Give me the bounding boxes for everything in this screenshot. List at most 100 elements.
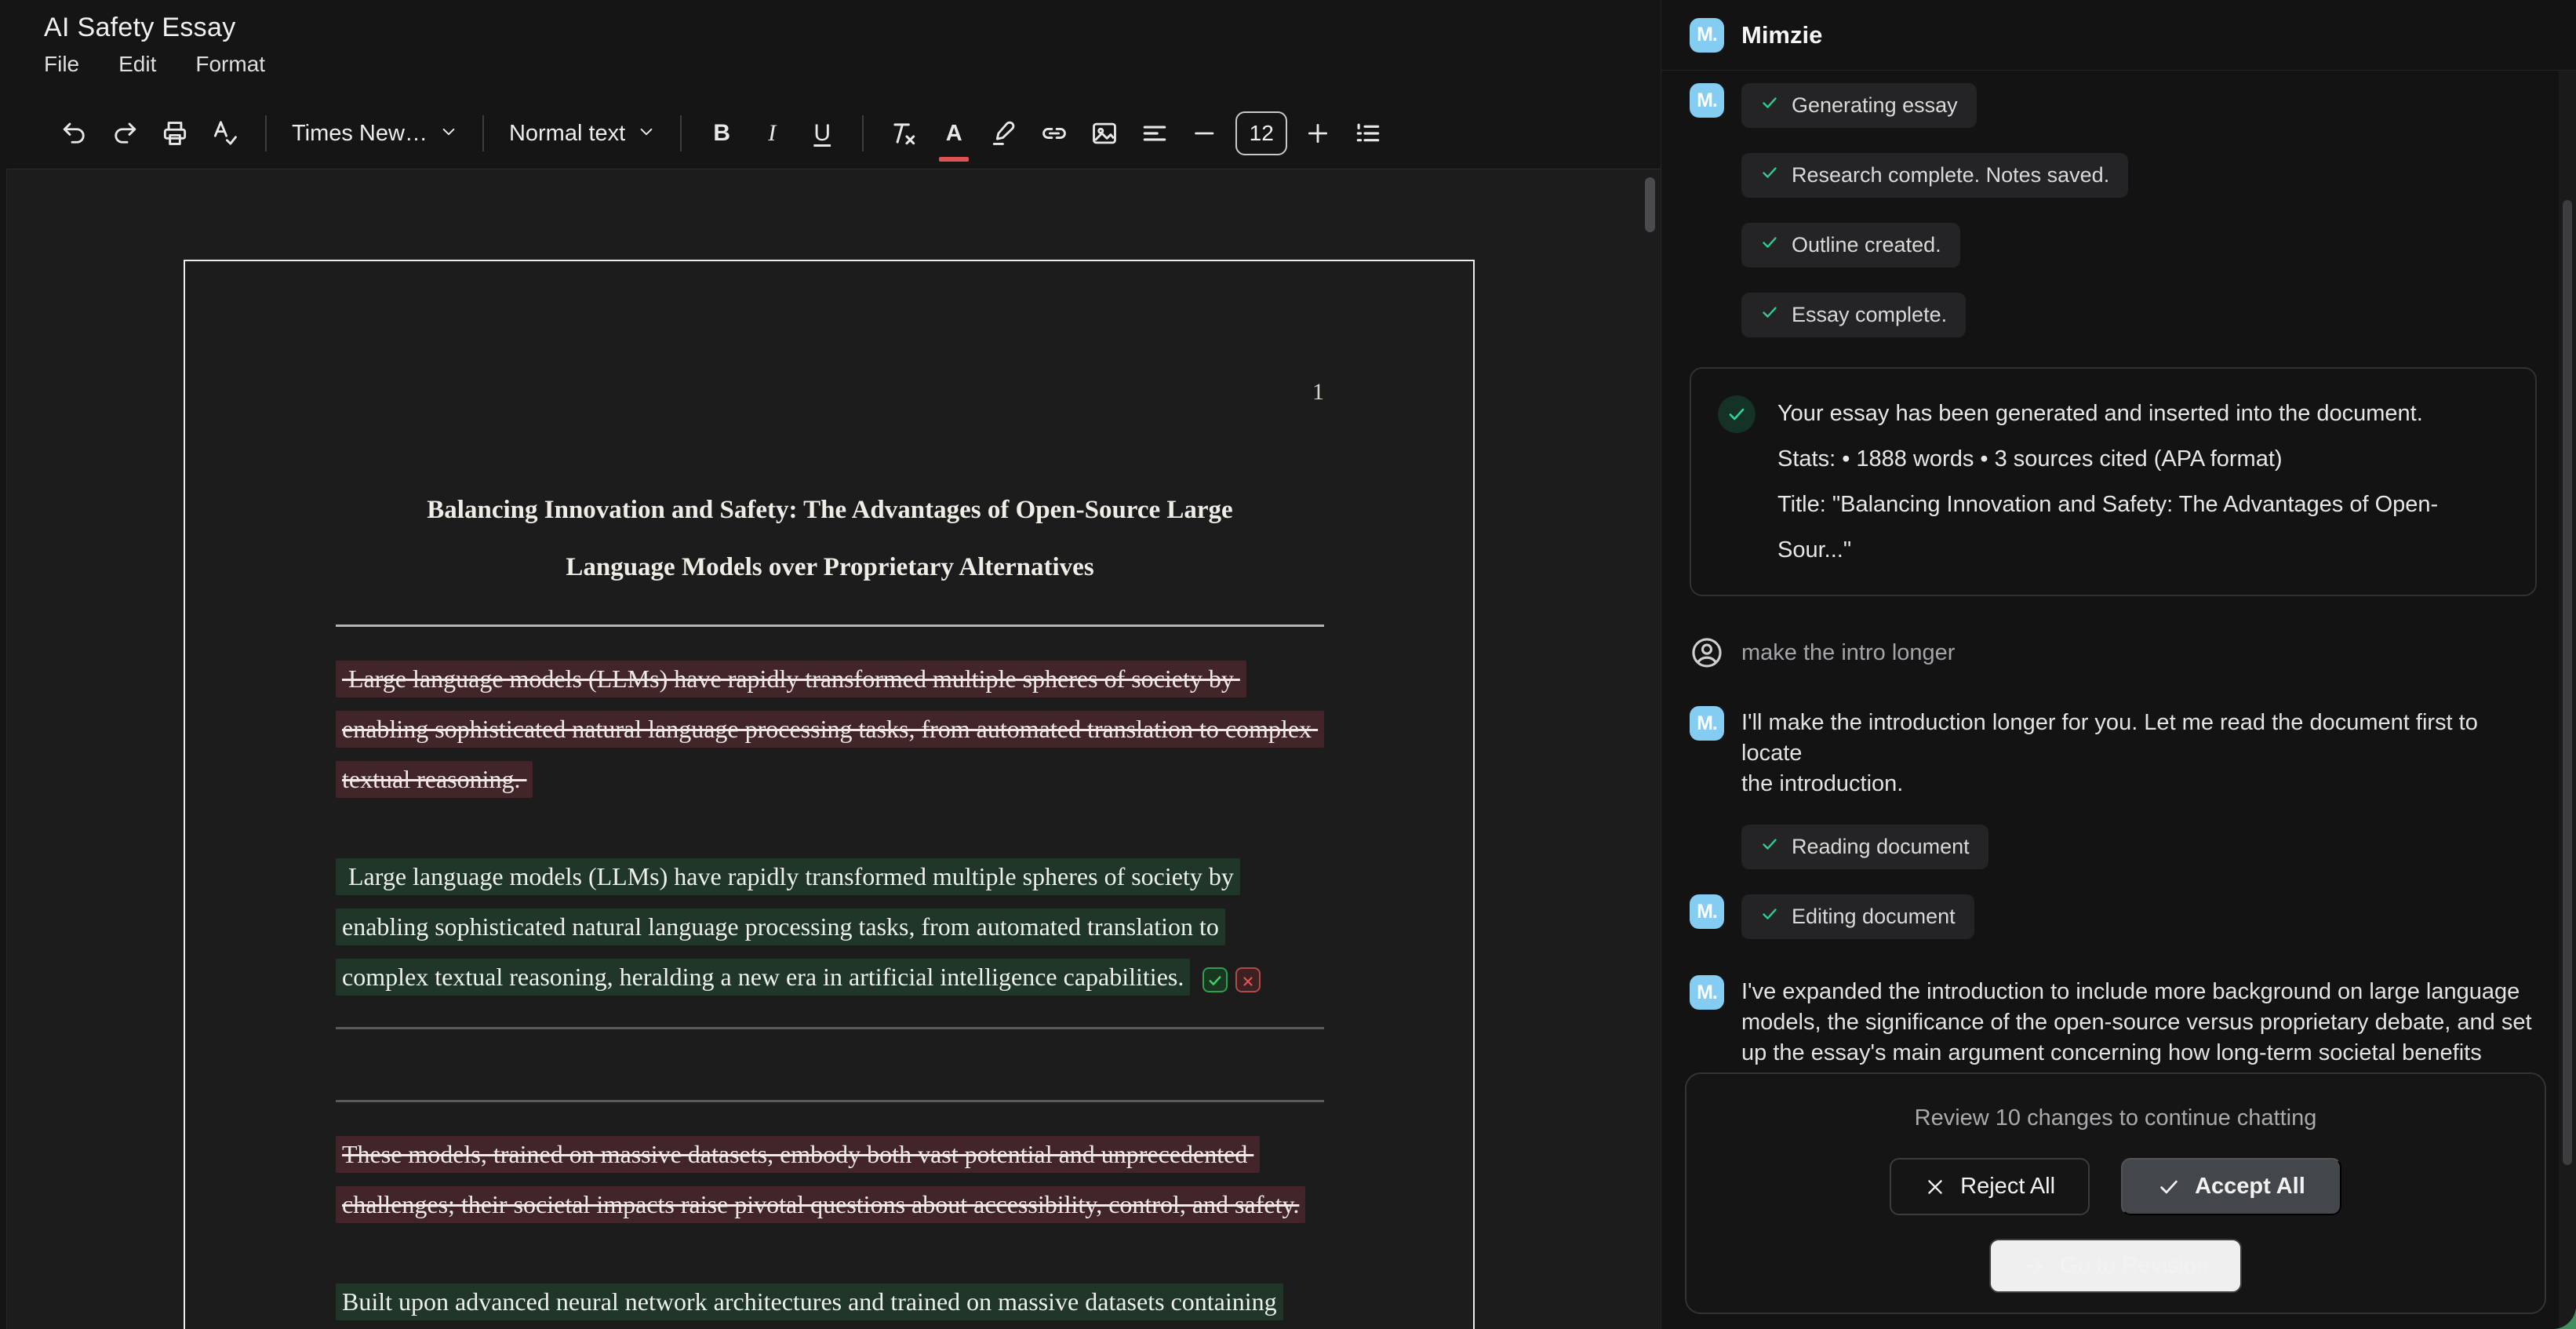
- check-icon: [2157, 1175, 2181, 1199]
- insert-link-button[interactable]: [1035, 111, 1074, 155]
- user-icon: [1690, 635, 1724, 670]
- document-text-line[interactable]: enabling sophisticated natural language …: [336, 901, 1324, 952]
- status-text: Generating essay: [1792, 93, 1958, 118]
- redo-button[interactable]: [105, 111, 144, 155]
- reject-change-button[interactable]: [1235, 967, 1261, 992]
- plus-icon: [1304, 120, 1331, 147]
- result-card-line: Title: "Balancing Innovation and Safety:…: [1777, 482, 2509, 573]
- toolbar-divider: [680, 115, 682, 151]
- increase-font-size-button[interactable]: [1298, 111, 1337, 155]
- text-color-button[interactable]: A: [934, 111, 973, 155]
- list-button[interactable]: [1348, 111, 1388, 155]
- essay-heading[interactable]: Balancing Innovation and Safety: The Adv…: [336, 482, 1324, 596]
- font-family-value: Times New…: [292, 121, 428, 147]
- highlight-button[interactable]: [984, 111, 1024, 155]
- paragraph-style-select[interactable]: Normal text: [504, 121, 660, 147]
- inserted-paragraph: Large language models (LLMs) have rapidl…: [336, 851, 1324, 1002]
- document-title[interactable]: AI Safety Essay: [44, 13, 236, 43]
- document-text-line[interactable]: These models, trained on massive dataset…: [336, 1129, 1324, 1179]
- result-card: Your essay has been generated and insert…: [1690, 367, 2537, 596]
- inline-review-buttons: [1202, 967, 1261, 992]
- decrease-font-size-button[interactable]: [1185, 111, 1224, 155]
- insert-image-button[interactable]: [1085, 111, 1124, 155]
- status-row: Essay complete.: [1690, 293, 2537, 337]
- inserted-text[interactable]: Large language models (LLMs) have rapidl…: [336, 858, 1240, 895]
- clear-formatting-button[interactable]: [884, 111, 923, 155]
- chat-scrollbar-thumb[interactable]: [2563, 200, 2572, 1165]
- redo-icon: [111, 119, 139, 147]
- undo-icon: [60, 119, 89, 147]
- check-icon: [1760, 163, 1779, 188]
- success-check-icon: [1718, 395, 1756, 433]
- document-text-line[interactable]: Built upon advanced neural network archi…: [336, 1276, 1324, 1327]
- reject-all-button[interactable]: Reject All: [1890, 1158, 2090, 1215]
- menu-file[interactable]: File: [44, 52, 79, 77]
- result-card-text: Your essay has been generated and insert…: [1777, 391, 2509, 573]
- document-text-line[interactable]: Large language models (LLMs) have rapidl…: [336, 654, 1324, 704]
- blank-line: [336, 1029, 1324, 1075]
- document-text-line[interactable]: textual reasoning.: [336, 754, 1324, 804]
- status-text: Outline created.: [1792, 233, 1941, 257]
- menu-edit[interactable]: Edit: [118, 52, 156, 77]
- assistant-avatar: M.: [1690, 706, 1724, 741]
- page-number: 1: [336, 379, 1324, 407]
- menu-format[interactable]: Format: [195, 52, 265, 77]
- image-icon: [1090, 118, 1119, 148]
- user-message-row: make the intro longer: [1690, 635, 2537, 670]
- link-icon: [1039, 118, 1069, 148]
- toolbar-divider: [862, 115, 864, 151]
- spellcheck-button[interactable]: [206, 111, 245, 155]
- reject-all-label: Reject All: [1960, 1174, 2055, 1200]
- font-family-select[interactable]: Times New…: [287, 121, 462, 147]
- italic-button[interactable]: I: [752, 111, 791, 155]
- inserted-paragraph: Built upon advanced neural network archi…: [336, 1276, 1324, 1327]
- essay-heading-line: Balancing Innovation and Safety: The Adv…: [336, 482, 1324, 539]
- inserted-text[interactable]: enabling sophisticated natural language …: [336, 908, 1225, 945]
- horizontal-rule: [336, 624, 1324, 627]
- arrow-right-icon: [2022, 1254, 2046, 1278]
- status-text: Essay complete.: [1792, 303, 1947, 327]
- essay-heading-line: Language Models over Proprietary Alterna…: [336, 539, 1324, 596]
- app-window: AI Safety Essay File Edit Format Times N…: [0, 0, 2576, 1329]
- deleted-text[interactable]: textual reasoning.: [336, 761, 533, 798]
- status-row: M.Editing document: [1690, 894, 2537, 939]
- font-size-input[interactable]: 12: [1235, 111, 1287, 155]
- deleted-text[interactable]: Large language models (LLMs) have rapidl…: [336, 661, 1246, 697]
- accept-all-button[interactable]: Accept All: [2121, 1158, 2341, 1215]
- print-button[interactable]: [155, 111, 195, 155]
- document-text-line[interactable]: enabling sophisticated natural language …: [336, 704, 1324, 754]
- underline-button[interactable]: U: [802, 111, 842, 155]
- check-icon: [1207, 955, 1223, 1005]
- chevron-down-icon: [638, 121, 655, 147]
- user-message-text: make the intro longer: [1741, 640, 1955, 666]
- assistant-message-text: I'll make the introduction longer for yo…: [1741, 706, 2537, 799]
- status-row: M.Generating essay: [1690, 83, 2537, 128]
- status-pill: Outline created.: [1741, 223, 1960, 268]
- chat-sidebar: M. Mimzie M.Generating essayResearch com…: [1661, 0, 2576, 1329]
- deleted-text[interactable]: enabling sophisticated natural language …: [336, 711, 1324, 748]
- editor-panel: AI Safety Essay File Edit Format Times N…: [0, 0, 1661, 1329]
- toolbar-divider: [265, 115, 267, 151]
- inserted-text[interactable]: Built upon advanced neural network archi…: [336, 1283, 1283, 1320]
- highlight-icon: [989, 118, 1019, 148]
- undo-button[interactable]: [55, 111, 94, 155]
- x-icon: [1924, 1176, 1946, 1198]
- inserted-text[interactable]: complex textual reasoning, heralding a n…: [336, 959, 1190, 996]
- accept-change-button[interactable]: [1202, 967, 1228, 992]
- accept-all-label: Accept All: [2195, 1174, 2305, 1200]
- bold-button[interactable]: B: [702, 111, 741, 155]
- go-to-revision-button[interactable]: Go to Revision: [1989, 1239, 2242, 1293]
- print-icon: [160, 118, 190, 148]
- review-panel: Review 10 changes to continue chatting R…: [1685, 1072, 2546, 1314]
- align-button[interactable]: [1135, 111, 1174, 155]
- document-text-line[interactable]: challenges; their societal impacts raise…: [336, 1179, 1324, 1229]
- deleted-text[interactable]: challenges; their societal impacts raise…: [336, 1186, 1305, 1223]
- editor-scrollbar-thumb[interactable]: [1645, 177, 1655, 232]
- document-text-line[interactable]: complex textual reasoning, heralding a n…: [336, 952, 1324, 1002]
- deleted-text[interactable]: These models, trained on massive dataset…: [336, 1136, 1260, 1173]
- status-pill: Research complete. Notes saved.: [1741, 153, 2128, 198]
- status-text: Research complete. Notes saved.: [1792, 163, 2109, 188]
- document-body: Large language models (LLMs) have rapidl…: [336, 624, 1324, 1327]
- check-icon: [1760, 303, 1779, 327]
- document-text-line[interactable]: Large language models (LLMs) have rapidl…: [336, 851, 1324, 901]
